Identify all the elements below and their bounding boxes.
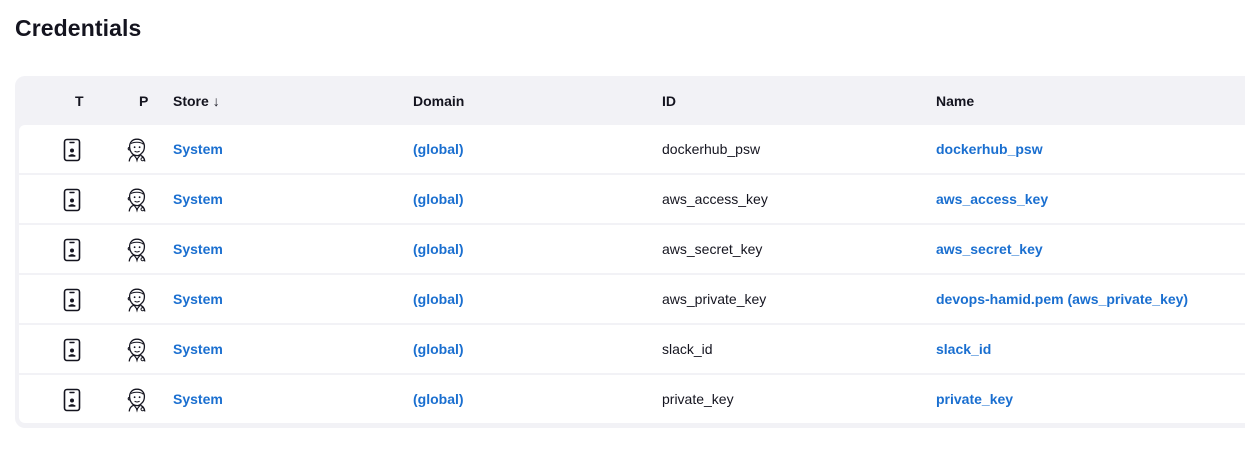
mobile-credential-icon — [63, 288, 81, 312]
table-row: System (global) aws_secret_key aws_secre… — [19, 225, 1245, 273]
store-link[interactable]: System — [173, 341, 223, 357]
credential-type-cell — [63, 225, 81, 273]
credential-name-cell: slack_id — [936, 325, 991, 373]
mobile-credential-icon — [63, 388, 81, 412]
credential-name-cell: dockerhub_psw — [936, 125, 1043, 173]
credential-id-cell: slack_id — [662, 341, 713, 357]
credential-provider-cell — [125, 275, 149, 323]
store-cell: System — [173, 125, 223, 173]
credential-name-link[interactable]: slack_id — [936, 341, 991, 357]
store-link[interactable]: System — [173, 391, 223, 407]
credential-type-cell — [63, 375, 81, 423]
credential-id-cell: dockerhub_psw — [662, 141, 761, 157]
store-cell: System — [173, 375, 223, 423]
credential-type-cell — [63, 275, 81, 323]
credentials-table: T P Store ↓ Domain ID Name System (globa… — [15, 76, 1245, 428]
credential-id-cell: aws_secret_key — [662, 241, 763, 257]
jenkins-icon — [127, 138, 146, 163]
credential-name-link[interactable]: aws_access_key — [936, 191, 1048, 207]
column-header-domain[interactable]: Domain — [413, 76, 464, 125]
domain-cell: (global) — [413, 225, 464, 273]
domain-link[interactable]: (global) — [413, 191, 464, 207]
sort-arrow-icon: ↓ — [212, 93, 220, 109]
credential-provider-cell — [125, 125, 149, 173]
column-header-id[interactable]: ID — [662, 76, 676, 125]
credential-name-link[interactable]: devops-hamid.pem (aws_private_key) — [936, 291, 1188, 307]
credential-provider-cell — [125, 175, 149, 223]
table-row: System (global) dockerhub_psw dockerhub_… — [19, 125, 1245, 173]
domain-link[interactable]: (global) — [413, 341, 464, 357]
column-header-provider: P — [139, 93, 149, 109]
column-header-name[interactable]: Name — [936, 76, 974, 125]
page-title: Credentials — [15, 15, 142, 41]
jenkins-icon — [127, 338, 146, 363]
credentials-page: Credentials T P Store ↓ Domain ID Name S… — [0, 0, 1245, 455]
credential-id-cell: private_key — [662, 391, 734, 407]
mobile-credential-icon — [63, 338, 81, 362]
credential-provider-cell — [125, 225, 149, 273]
domain-link[interactable]: (global) — [413, 391, 464, 407]
column-header-store[interactable]: Store ↓ — [173, 76, 220, 125]
column-header-store-label: Store — [173, 93, 209, 109]
credential-type-cell — [63, 325, 81, 373]
domain-link[interactable]: (global) — [413, 141, 464, 157]
jenkins-icon — [127, 188, 146, 213]
domain-cell: (global) — [413, 125, 464, 173]
domain-cell: (global) — [413, 275, 464, 323]
table-header: T P Store ↓ Domain ID Name — [15, 76, 1245, 125]
store-cell: System — [173, 175, 223, 223]
credential-name-cell: private_key — [936, 375, 1013, 423]
credential-provider-cell — [125, 375, 149, 423]
credential-type-cell — [63, 175, 81, 223]
store-cell: System — [173, 325, 223, 373]
mobile-credential-icon — [63, 238, 81, 262]
store-link[interactable]: System — [173, 241, 223, 257]
table-row: System (global) aws_access_key aws_acces… — [19, 175, 1245, 223]
credential-name-cell: aws_access_key — [936, 175, 1048, 223]
mobile-credential-icon — [63, 188, 81, 212]
store-cell: System — [173, 275, 223, 323]
credential-name-link[interactable]: aws_secret_key — [936, 241, 1043, 257]
credential-name-link[interactable]: dockerhub_psw — [936, 141, 1043, 157]
domain-cell: (global) — [413, 175, 464, 223]
domain-cell: (global) — [413, 375, 464, 423]
store-cell: System — [173, 225, 223, 273]
credential-name-link[interactable]: private_key — [936, 391, 1013, 407]
store-link[interactable]: System — [173, 141, 223, 157]
jenkins-icon — [127, 388, 146, 413]
domain-link[interactable]: (global) — [413, 291, 464, 307]
column-header-type: T — [75, 93, 84, 109]
table-body: System (global) dockerhub_psw dockerhub_… — [19, 125, 1245, 425]
table-row: System (global) private_key private_key — [19, 375, 1245, 423]
jenkins-icon — [127, 238, 146, 263]
table-row: System (global) slack_id slack_id — [19, 325, 1245, 373]
credential-name-cell: aws_secret_key — [936, 225, 1043, 273]
store-link[interactable]: System — [173, 191, 223, 207]
credential-type-cell — [63, 125, 81, 173]
credential-id-cell: aws_access_key — [662, 191, 768, 207]
domain-link[interactable]: (global) — [413, 241, 464, 257]
mobile-credential-icon — [63, 138, 81, 162]
jenkins-icon — [127, 288, 146, 313]
credential-id-cell: aws_private_key — [662, 291, 767, 307]
credential-provider-cell — [125, 325, 149, 373]
credential-name-cell: devops-hamid.pem (aws_private_key) — [936, 275, 1188, 323]
domain-cell: (global) — [413, 325, 464, 373]
store-link[interactable]: System — [173, 291, 223, 307]
table-row: System (global) aws_private_key devops-h… — [19, 275, 1245, 323]
